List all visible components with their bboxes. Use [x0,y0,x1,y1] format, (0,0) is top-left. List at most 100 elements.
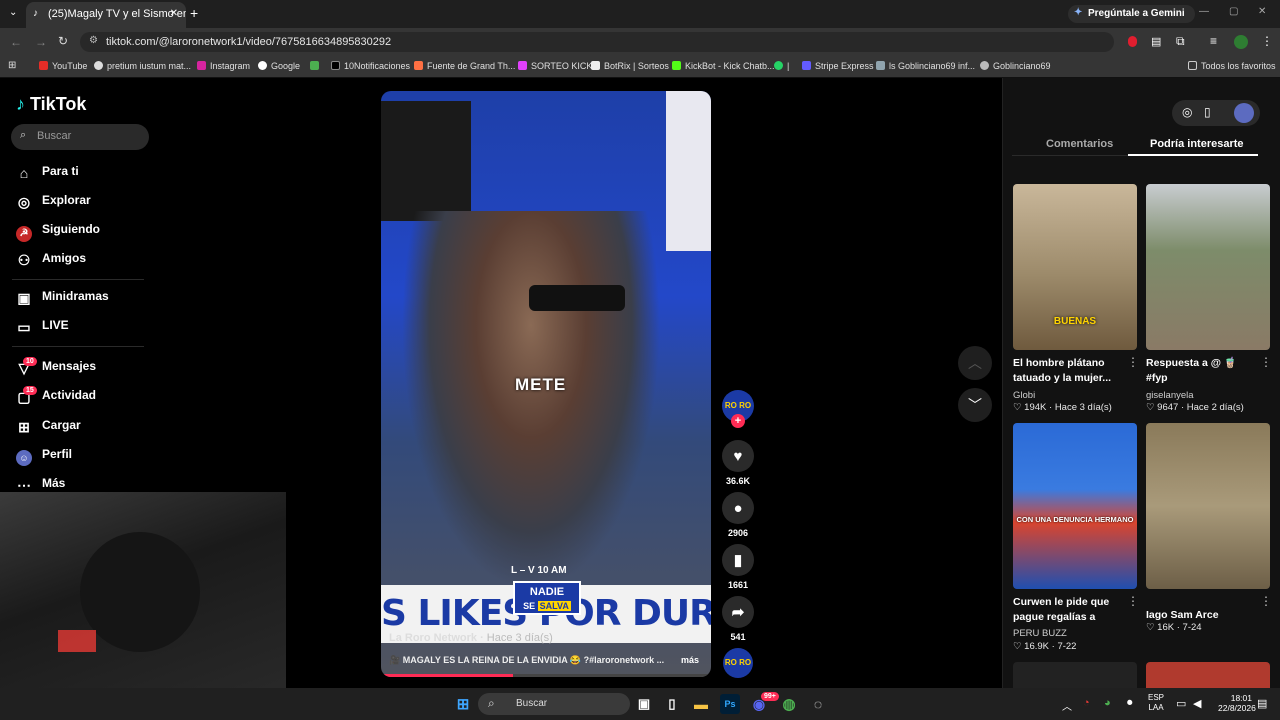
language-indicator[interactable]: ESP LAA [1148,693,1164,713]
tray-app-icon[interactable]: ◔ [1083,697,1090,709]
save-button[interactable]: ▮ 1661 [722,544,754,590]
browser-tab[interactable]: ♪ (25)Magaly TV y el Sismo en Ay ✕ [26,2,186,28]
bookmark-goblinciano-inf[interactable]: ls Goblinciano69 inf... [876,61,975,71]
bookmark-instagram[interactable]: Instagram [197,61,250,71]
tab-podria-interesarte[interactable]: Podría interesarte [1150,138,1244,150]
card-more-icon[interactable]: ⋮ [1127,355,1139,369]
bookmark-whatsapp[interactable]: | [774,61,789,71]
microphone-icon[interactable]: ⏺ [1127,697,1133,710]
device-icon[interactable]: ▯ [1204,105,1211,119]
nav-perfil[interactable]: ☺ Perfil [16,447,72,467]
video-card-thumbnail[interactable] [1146,423,1270,589]
bookmark-fuente[interactable]: Fuente de Grand Th... [414,61,515,71]
taskbar-search[interactable]: ⌕ Buscar [478,693,630,715]
volume-icon[interactable]: ◀ [1193,697,1201,710]
bookmark-stripe[interactable]: Stripe Express [802,61,874,71]
progress-bar[interactable] [381,674,711,677]
video-card-thumbnail[interactable] [1146,184,1270,350]
video-author[interactable]: La Roro Network [389,632,477,644]
like-button[interactable]: ♥ 36.6K [722,440,754,486]
more-link[interactable]: más [681,655,699,665]
phone-link-icon[interactable]: ▯ [662,694,682,714]
photoshop-icon[interactable]: Ps [720,694,740,714]
bookmark-goblinciano[interactable]: Goblinciano69 [980,61,1051,71]
browser-menu-icon[interactable]: ⋮ [1261,34,1273,48]
notifications-icon[interactable]: ▤ [1257,697,1267,710]
card-more-icon[interactable]: ⋮ [1260,594,1272,608]
chrome-icon[interactable]: ◍ [779,694,799,714]
card-author[interactable]: PERU BUZZ [1013,628,1067,639]
next-video-button[interactable]: ﹀ [958,388,992,422]
card-title[interactable]: Curwen le pide que pague regalías a Migu… [1013,595,1125,625]
url-field[interactable]: ⚙ tiktok.com/@laroronetwork1/video/76758… [80,32,1114,52]
card-title[interactable]: Respuesta a @ 🧋 #fyp #villamariadeltriun… [1146,356,1258,386]
tiktok-logo[interactable]: ♪ TikTok [16,94,86,115]
card-title[interactable]: El hombre plátano tatuado y la mujer... [1013,356,1125,386]
user-avatar-icon[interactable] [1234,103,1254,123]
video-author-line[interactable]: La Roro Network · Hace 3 día(s) [389,632,553,644]
card-title[interactable]: Iago Sam Arce Tavares [1146,608,1258,623]
comment-button[interactable]: ● 2906 [722,492,754,538]
profile-avatar-icon[interactable] [1234,35,1248,49]
bookmark-botrix[interactable]: BotRix | Sorteos [591,61,669,71]
maximize-icon[interactable]: ▢ [1229,6,1238,17]
compass-icon[interactable]: ◎ [1182,105,1192,119]
nav-live[interactable]: ▭ LIVE [16,318,68,338]
all-bookmarks[interactable]: Todos los favoritos [1188,61,1276,71]
nav-minidramas[interactable]: ▣ Minidramas [16,289,108,309]
video-player[interactable]: METE L – V 10 AM S LIKES POR DURWEI NADI… [381,91,711,677]
card-more-icon[interactable]: ⋮ [1127,594,1139,608]
gemini-button[interactable]: ✦ Pregúntale a Gemini [1068,5,1195,23]
minimize-icon[interactable]: — [1199,6,1209,17]
nav-amigos[interactable]: ⚇ Amigos [16,251,86,271]
bookmark-x[interactable]: 10Notificaciones [331,61,410,71]
extensions-puzzle-icon[interactable]: ⧉ [1176,34,1185,49]
sound-avatar-button[interactable]: RO RO [722,648,754,678]
search-input[interactable]: ⌕ Buscar [11,124,149,150]
bookmark-google[interactable]: Google [258,61,300,71]
site-info-icon[interactable]: ⚙ [89,35,98,46]
nav-explorar[interactable]: ◎ Explorar [16,193,91,213]
app-icon[interactable]: ◌ [808,694,828,714]
extension-2-icon[interactable]: ▤ [1151,35,1161,48]
bookmark-youtube[interactable]: YouTube [39,61,87,71]
bookmark-sorteo-kick[interactable]: SORTEO KICK [518,61,592,71]
file-explorer-icon[interactable]: ▬ [691,694,711,714]
task-view-icon[interactable]: ▣ [634,694,654,714]
close-window-icon[interactable]: ✕ [1258,6,1266,17]
forward-icon[interactable]: → [35,35,47,49]
card-author[interactable]: giselanyela [1146,390,1194,401]
active-tab-indicator [1128,154,1258,156]
extension-icon[interactable] [1128,36,1137,47]
nav-siguiendo[interactable]: ☭ Siguiendo [16,222,100,242]
share-button[interactable]: ➦ 541 [722,596,754,642]
nav-cargar[interactable]: ⊞ Cargar [16,418,81,438]
card-author[interactable]: Globi [1013,390,1035,401]
reload-icon[interactable]: ↻ [58,34,68,48]
home-icon: ⌂ [19,165,29,181]
network-icon[interactable]: ▭ [1176,697,1186,710]
nav-para-ti[interactable]: ⌂ Para ti [16,164,79,184]
tray-app-2-icon[interactable]: ◕ [1104,697,1111,709]
creator-avatar-button[interactable]: RO RO + [722,390,754,428]
tab-search-icon[interactable]: ≡ [1210,34,1217,48]
previous-video-button[interactable]: ︿ [958,346,992,380]
video-card-thumbnail[interactable] [1146,662,1270,688]
video-card-thumbnail[interactable]: BUENAS [1013,184,1137,350]
card-more-icon[interactable]: ⋮ [1260,355,1272,369]
follow-plus-icon[interactable]: + [731,414,745,428]
new-tab-icon[interactable]: + [190,5,198,21]
video-card-thumbnail[interactable] [1013,662,1137,688]
tab-comentarios[interactable]: Comentarios [1046,138,1113,150]
bookmark-kickbot[interactable]: KickBot - Kick Chatb... [672,61,775,71]
close-tab-icon[interactable]: ✕ [170,8,178,19]
back-icon[interactable]: ← [10,35,22,49]
video-card-thumbnail[interactable]: CON UNA DENUNCIA HERMANO [1013,423,1137,589]
tray-overflow-icon[interactable]: ︿ [1062,698,1072,713]
taskbar-clock[interactable]: 18:01 22/8/2026 [1218,693,1256,713]
apps-grid-icon[interactable]: ⊞ [8,60,16,71]
windows-start-icon[interactable]: ⊞ [453,694,473,714]
bookmark-pretium[interactable]: pretium iustum mat... [94,61,191,71]
bookmark-pinwheel[interactable] [310,61,323,71]
tab-list-icon[interactable]: ⌄ [9,7,17,18]
